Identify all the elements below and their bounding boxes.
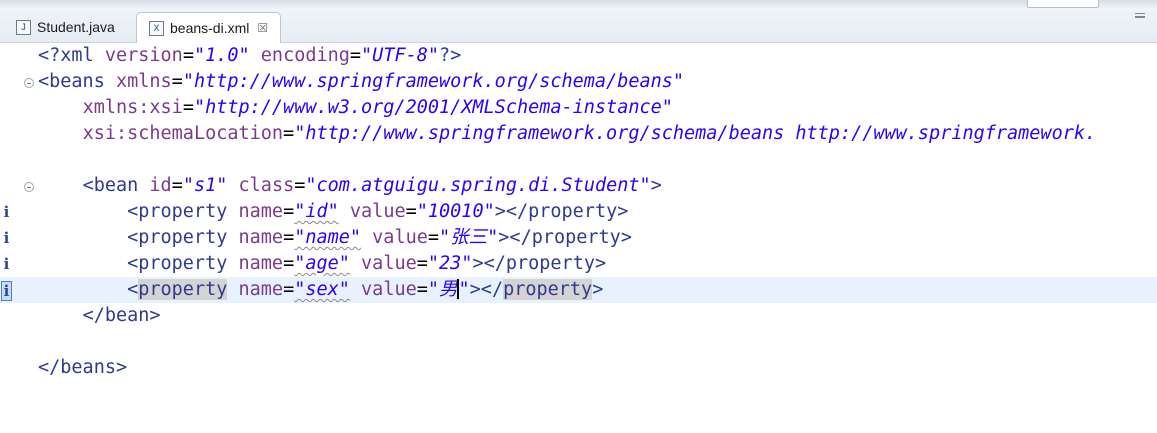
code-line[interactable]: <bean id="s1" class="com.atguigu.spring.… bbox=[0, 173, 1157, 199]
code-line[interactable]: i <property name="name" value="张三"></pro… bbox=[0, 225, 1157, 251]
code-line[interactable]: i <property name="age" value="23"></prop… bbox=[0, 251, 1157, 277]
tab-student-java[interactable]: J Student.java bbox=[8, 12, 123, 42]
tab-label: Student.java bbox=[37, 19, 115, 35]
search-box-edge bbox=[1027, 0, 1099, 8]
close-icon[interactable]: ☒ bbox=[257, 21, 268, 35]
info-marker-icon[interactable]: i bbox=[2, 255, 11, 273]
code-text: <bean id="s1" class="com.atguigu.spring.… bbox=[82, 175, 662, 196]
toolbar-strip bbox=[0, 0, 1157, 8]
tab-label: beans-di.xml bbox=[170, 20, 250, 36]
code-text: <?xml version="1.0" encoding="UTF-8"?> bbox=[38, 45, 462, 66]
code-text: </bean> bbox=[82, 305, 161, 326]
xml-file-icon: X bbox=[149, 20, 164, 36]
code-text: <property name="name" value="张三"></prope… bbox=[127, 227, 632, 248]
info-marker-icon[interactable]: i bbox=[2, 203, 11, 221]
fold-collapse-icon[interactable] bbox=[24, 182, 34, 192]
xml-editor[interactable]: <?xml version="1.0" encoding="UTF-8"?> <… bbox=[0, 43, 1157, 432]
code-line[interactable]: xmlns:xsi="http://www.w3.org/2001/XMLSch… bbox=[0, 95, 1157, 121]
fold-collapse-icon[interactable] bbox=[24, 78, 34, 88]
text-caret bbox=[456, 279, 459, 299]
code-text: <property name="sex" value="男"></propert… bbox=[127, 279, 604, 300]
code-line[interactable]: xsi:schemaLocation="http://www.springfra… bbox=[0, 121, 1157, 147]
code-line[interactable] bbox=[0, 147, 1157, 173]
code-line[interactable]: i <property name="id" value="10010"></pr… bbox=[0, 199, 1157, 225]
code-text: <property name="age" value="23"></proper… bbox=[127, 253, 607, 274]
code-text: xsi:schemaLocation="http://www.springfra… bbox=[82, 123, 1097, 144]
code-text: <property name="id" value="10010"></prop… bbox=[127, 201, 629, 222]
code-text: <beans xmlns="http://www.springframework… bbox=[38, 71, 685, 92]
minimize-icon[interactable] bbox=[1135, 13, 1145, 18]
info-marker-icon[interactable]: i bbox=[2, 229, 11, 247]
code-line[interactable]: <beans xmlns="http://www.springframework… bbox=[0, 69, 1157, 95]
code-line[interactable]: </beans> bbox=[0, 355, 1157, 381]
code-line[interactable]: </bean> bbox=[0, 303, 1157, 329]
editor-tab-bar: J Student.java X beans-di.xml ☒ bbox=[0, 0, 1157, 43]
code-text: xmlns:xsi="http://www.w3.org/2001/XMLSch… bbox=[82, 97, 673, 118]
tab-beans-di-xml[interactable]: X beans-di.xml ☒ bbox=[136, 12, 282, 43]
code-line-current[interactable]: i <property name="sex" value="男"></prope… bbox=[0, 277, 1157, 303]
code-line[interactable]: <?xml version="1.0" encoding="UTF-8"?> bbox=[0, 43, 1157, 69]
code-line[interactable] bbox=[0, 329, 1157, 355]
info-marker-icon[interactable]: i bbox=[1, 281, 12, 301]
code-text: </beans> bbox=[38, 357, 128, 378]
java-file-icon: J bbox=[16, 19, 31, 35]
